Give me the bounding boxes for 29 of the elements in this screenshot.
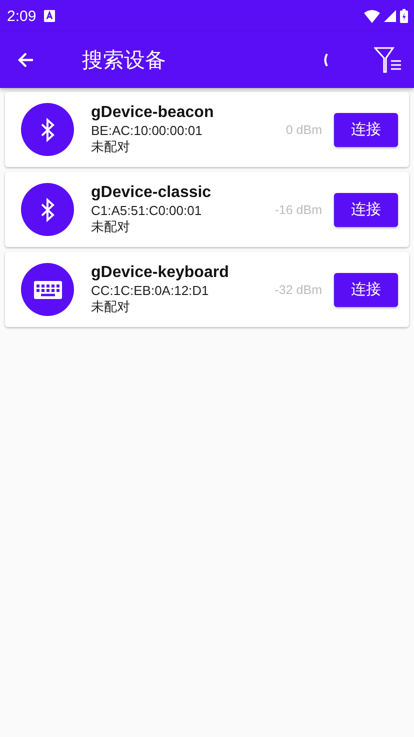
wifi-icon	[364, 10, 380, 22]
bluetooth-icon	[40, 118, 56, 142]
filter-icon	[374, 46, 402, 74]
device-address: BE:AC:10:00:00:01	[91, 123, 204, 139]
connect-button[interactable]: 连接	[334, 192, 398, 226]
device-address: C1:A5:51:C0:00:01	[91, 203, 203, 219]
device-card[interactable]: gDevice-beacon BE:AC:10:00:00:01 未配对 0 dBm 连接	[5, 92, 409, 167]
screen-title: 搜索设备	[82, 47, 166, 74]
pairing-status: 未配对	[91, 299, 131, 315]
notification-icon	[44, 10, 56, 22]
signal-strength: -32 dBm	[274, 282, 322, 296]
signal-strength: 0 dBm	[286, 122, 322, 136]
bluetooth-icon	[40, 198, 56, 222]
connect-button[interactable]: 连接	[334, 272, 398, 306]
keyboard-icon	[34, 280, 62, 298]
signal-icon	[384, 10, 396, 22]
device-name: gDevice-beacon	[91, 104, 215, 122]
pairing-status: 未配对	[91, 219, 131, 235]
signal-strength: -16 dBm	[274, 202, 322, 216]
device-card[interactable]: gDevice-keyboard CC:1C:EB:0A:12:D1 未配对 -32 dBm 连接	[5, 252, 409, 327]
device-address: CC:1C:EB:0A:12:D1	[91, 283, 210, 299]
device-card[interactable]: gDevice-classic C1:A5:51:C0:00:01 未配对 -16 dBm 连接	[5, 172, 409, 247]
device-name: gDevice-keyboard	[91, 264, 230, 282]
back-arrow-icon	[16, 50, 36, 70]
pairing-status: 未配对	[91, 139, 131, 155]
battery-icon	[400, 9, 408, 23]
connect-button[interactable]: 连接	[334, 112, 398, 146]
device-name: gDevice-classic	[91, 184, 212, 202]
status-time: 2:09	[7, 8, 36, 24]
